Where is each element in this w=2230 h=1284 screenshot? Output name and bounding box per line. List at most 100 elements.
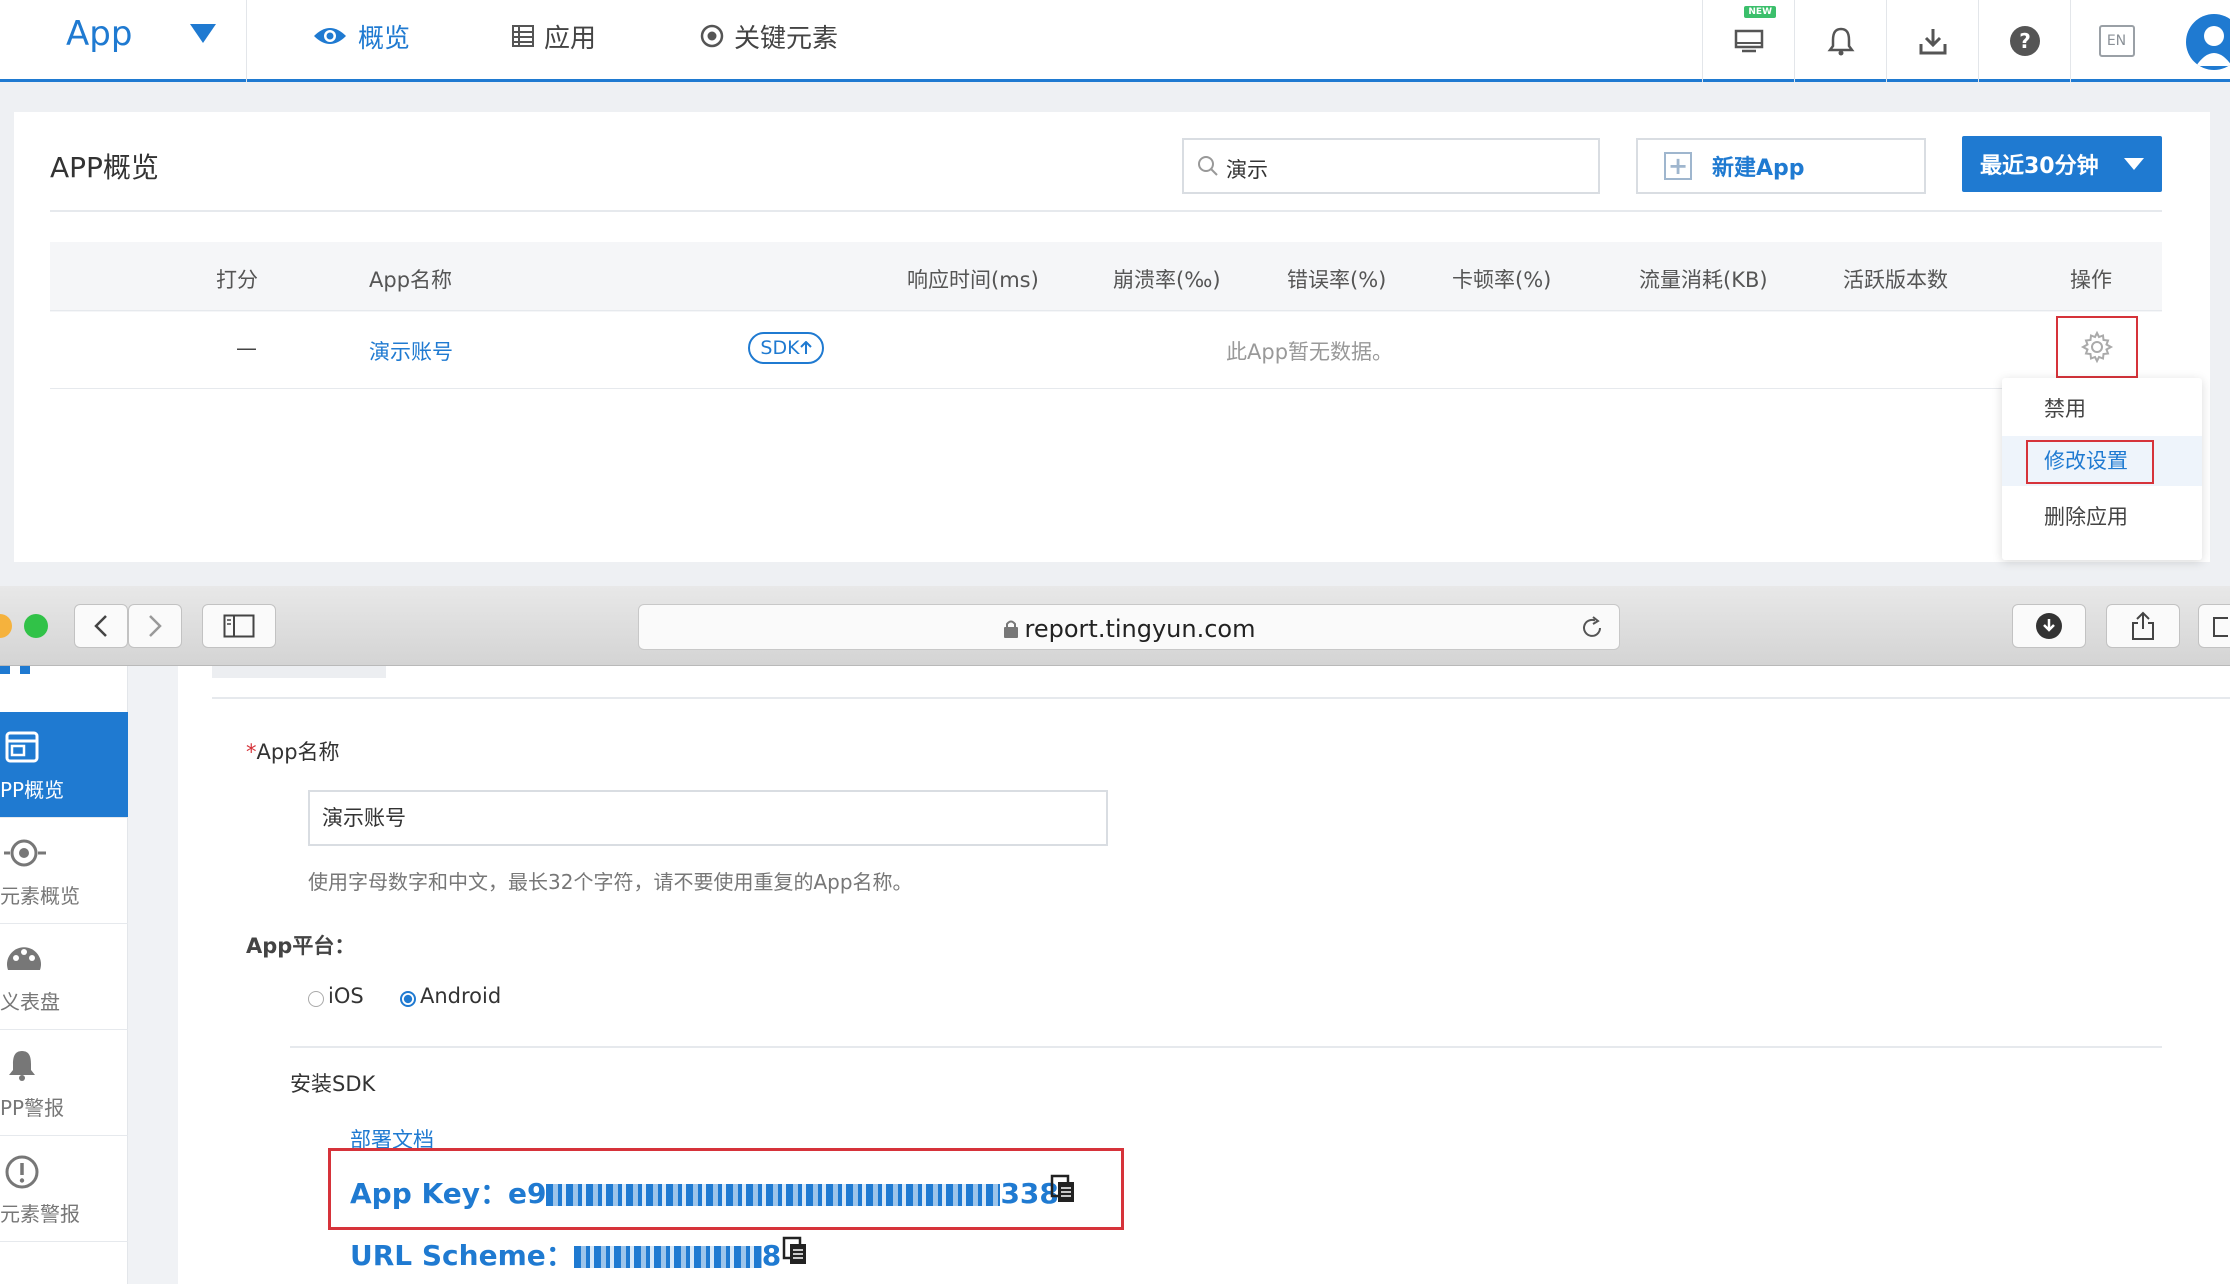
sdk-badge[interactable]: SDK bbox=[748, 332, 824, 364]
menu-item-edit-settings[interactable]: 修改设置 bbox=[2002, 436, 2202, 486]
lock-icon bbox=[1003, 620, 1018, 638]
menu-item-delete-app[interactable]: 删除应用 bbox=[2002, 492, 2202, 542]
address-bar[interactable]: report.tingyun.com bbox=[638, 604, 1620, 650]
download-icon bbox=[1919, 29, 1946, 55]
chevron-down-icon bbox=[2124, 158, 2144, 170]
sdk-label: SDK bbox=[760, 337, 800, 359]
language-label: EN bbox=[2098, 25, 2135, 57]
sidebar-item-element-overview[interactable]: 元素概览 bbox=[0, 818, 128, 924]
divider bbox=[50, 210, 2162, 212]
palette-icon bbox=[7, 947, 42, 970]
avatar[interactable] bbox=[2186, 14, 2230, 70]
sidebar-item-app-overview[interactable]: PP概览 bbox=[0, 712, 128, 818]
empty-message: 此App暂无数据。 bbox=[1226, 340, 1394, 364]
tab-apps[interactable]: 应用 bbox=[512, 16, 596, 56]
column-header[interactable]: 崩溃率(‰) bbox=[1113, 264, 1221, 294]
monitor-button[interactable]: NEW bbox=[1702, 0, 1794, 82]
url-scheme-row: URL Scheme： 8 bbox=[350, 1234, 781, 1274]
back-button[interactable] bbox=[74, 604, 128, 648]
chevron-down-icon[interactable] bbox=[190, 24, 216, 43]
forward-button[interactable] bbox=[128, 604, 182, 648]
radio-ios[interactable]: iOS bbox=[308, 984, 364, 1008]
eye-icon bbox=[314, 28, 346, 44]
language-button[interactable]: EN bbox=[2070, 0, 2162, 82]
plus-icon: + bbox=[1664, 152, 1692, 180]
tabs-button[interactable] bbox=[2198, 604, 2230, 648]
app-key-row: App Key：e9 338 bbox=[350, 1172, 1059, 1212]
new-app-label: 新建App bbox=[1712, 156, 1805, 181]
column-header[interactable]: App名称 bbox=[369, 264, 452, 294]
app-key-start: e9 bbox=[507, 1177, 547, 1210]
row-actions-menu: 禁用 修改设置 删除应用 bbox=[2002, 378, 2202, 560]
sidebar-item-app-alerts[interactable]: PP警报 bbox=[0, 1030, 128, 1136]
minimize-window-button[interactable] bbox=[0, 614, 12, 638]
new-app-button[interactable]: + 新建App bbox=[1636, 138, 1926, 194]
install-sdk-title: 安装SDK bbox=[290, 1072, 376, 1096]
copy-icon[interactable] bbox=[1050, 1174, 1078, 1204]
gear-icon bbox=[2080, 330, 2114, 364]
notifications-button[interactable] bbox=[1794, 0, 1886, 82]
tab-key-elements[interactable]: 关键元素 bbox=[700, 16, 838, 56]
tab-label: 关键元素 bbox=[734, 23, 839, 54]
downloads-button[interactable] bbox=[2012, 604, 2086, 648]
tab-overview[interactable]: 概览 bbox=[312, 16, 410, 56]
share-icon bbox=[2132, 611, 2154, 640]
url-scheme-label: URL Scheme： bbox=[350, 1239, 574, 1272]
zoom-window-button[interactable] bbox=[24, 614, 48, 638]
chevron-left-icon bbox=[94, 615, 107, 637]
alert-icon bbox=[5, 1155, 39, 1189]
tabs-icon bbox=[2213, 617, 2228, 637]
share-button[interactable] bbox=[2106, 604, 2180, 648]
bell-icon bbox=[1827, 27, 1854, 56]
highlight-box bbox=[2026, 440, 2154, 484]
column-header[interactable]: 错误率(%) bbox=[1287, 264, 1386, 294]
download-button[interactable] bbox=[1886, 0, 1978, 82]
sidebar-toggle-button[interactable] bbox=[202, 604, 276, 648]
search-input[interactable]: 演示 bbox=[1182, 138, 1600, 194]
sidebar-item-dashboard[interactable]: 义表盘 bbox=[0, 924, 128, 1030]
column-header[interactable]: 响应时间(ms) bbox=[907, 264, 1039, 294]
radio-android[interactable]: Android bbox=[400, 984, 501, 1008]
top-navbar: App 概览 应用 关键元素 NEW ? EN bbox=[0, 0, 2230, 82]
content-gutter bbox=[128, 666, 178, 1284]
divider bbox=[212, 697, 2230, 699]
help-icon: ? bbox=[2009, 26, 2040, 56]
monitor-icon bbox=[1734, 29, 1763, 53]
page-title: APP概览 bbox=[50, 151, 159, 184]
user-icon bbox=[2196, 26, 2230, 66]
url-scheme-redacted bbox=[573, 1246, 762, 1268]
arrow-up-icon bbox=[799, 341, 812, 354]
divider bbox=[290, 1046, 2162, 1048]
sidebar-item-element-alerts[interactable]: 元素警报 bbox=[0, 1136, 128, 1242]
new-badge: NEW bbox=[1744, 6, 1776, 18]
download-circle-icon bbox=[2036, 613, 2062, 639]
app-switcher-label[interactable]: App bbox=[66, 14, 132, 54]
radio-label: Android bbox=[420, 984, 502, 1008]
column-header[interactable]: 卡顿率(%) bbox=[1452, 264, 1551, 294]
reload-icon[interactable] bbox=[1579, 615, 1605, 641]
app-name-hint: 使用字母数字和中文，最长32个字符，请不要使用重复的App名称。 bbox=[308, 870, 913, 894]
sidebar-logo-fragment bbox=[0, 666, 40, 674]
menu-item-disable[interactable]: 禁用 bbox=[2002, 384, 2202, 434]
column-header[interactable]: 打分 bbox=[216, 264, 258, 294]
radio-label: iOS bbox=[328, 984, 364, 1008]
app-name-link[interactable]: 演示账号 bbox=[369, 336, 453, 366]
app-name-input[interactable]: 演示账号 bbox=[308, 790, 1108, 846]
score-value: — bbox=[236, 336, 257, 360]
column-header[interactable]: 流量消耗(KB) bbox=[1639, 264, 1768, 294]
search-value: 演示 bbox=[1226, 158, 1268, 182]
browser-toolbar: report.tingyun.com bbox=[0, 586, 2230, 666]
target-icon bbox=[700, 24, 724, 48]
app-key-label: App Key： bbox=[350, 1177, 508, 1210]
bell-icon bbox=[9, 1051, 35, 1081]
radio-button[interactable] bbox=[400, 991, 416, 1007]
time-range-select[interactable]: 最近30分钟 bbox=[1962, 136, 2162, 192]
radio-button[interactable] bbox=[308, 991, 324, 1007]
row-settings-button[interactable] bbox=[2056, 316, 2138, 378]
help-button[interactable]: ? bbox=[1978, 0, 2070, 82]
column-header[interactable]: 活跃版本数 bbox=[1843, 264, 1948, 294]
search-icon bbox=[1198, 156, 1218, 176]
copy-icon[interactable] bbox=[782, 1236, 810, 1266]
url-scheme-end: 8 bbox=[761, 1239, 782, 1272]
app-name-label: *App名称 bbox=[246, 740, 340, 764]
